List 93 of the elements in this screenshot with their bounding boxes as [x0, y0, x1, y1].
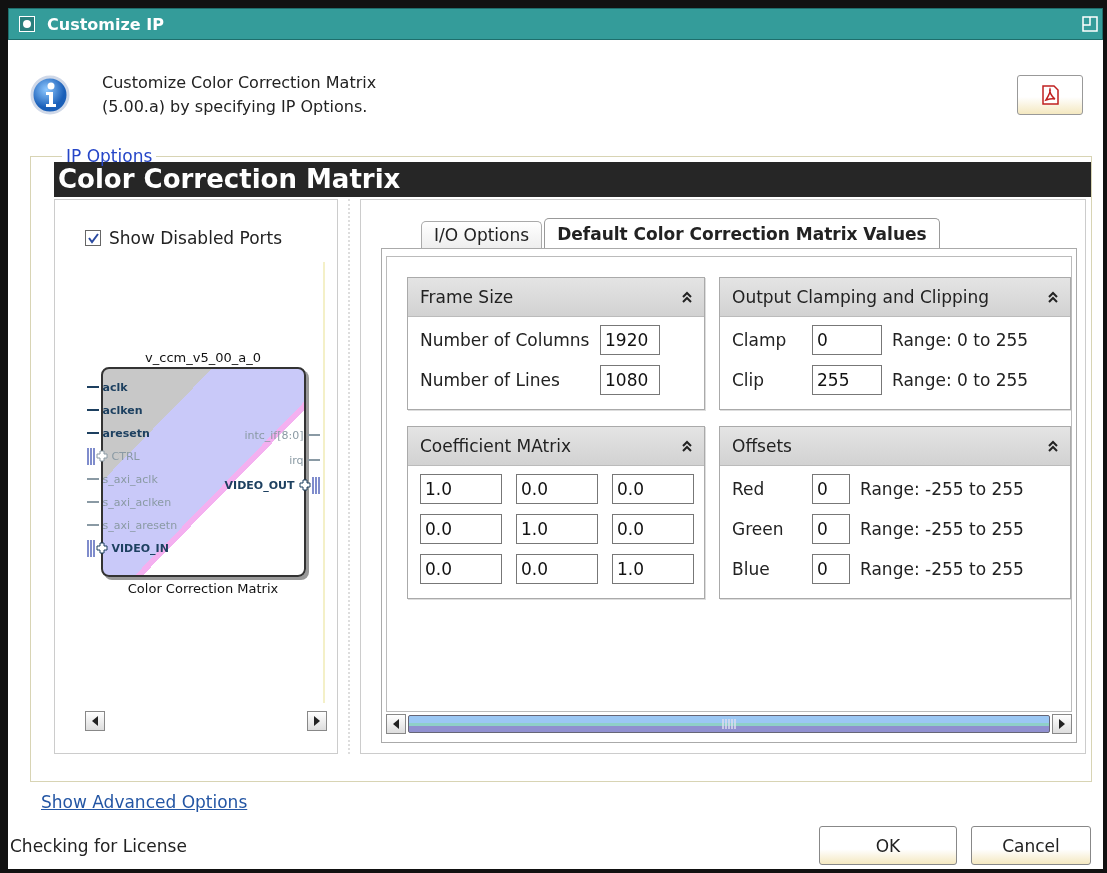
right-arrow-icon: [1059, 719, 1065, 729]
bus-pin-icon: [86, 447, 95, 465]
field-label: Blue: [732, 559, 771, 579]
pin-line: [307, 431, 320, 439]
matrix-field[interactable]: 1.0: [612, 554, 694, 584]
matrix-field[interactable]: 0.0: [420, 554, 502, 584]
matrix-field[interactable]: 0.0: [420, 514, 502, 544]
tab[interactable]: Default Color Correction Matrix Values: [544, 218, 940, 248]
section-header[interactable]: Offsets: [720, 427, 1070, 466]
range-label: Range: 0 to 255: [892, 330, 1029, 350]
section-title: Frame Size: [420, 287, 514, 307]
matrix-field[interactable]: 0.0: [612, 514, 694, 544]
right-arrow-icon: [314, 716, 320, 726]
field-label: Number of Columns: [420, 330, 590, 350]
range-label: Range: 0 to 255: [892, 370, 1029, 390]
window-title: Customize IP: [47, 14, 164, 34]
port-label: aresetn: [101, 426, 151, 440]
field-label: Red: [732, 479, 766, 499]
section-title: Offsets: [732, 436, 792, 456]
info-icon: [30, 75, 70, 115]
number-field[interactable]: 0: [812, 554, 850, 584]
restore-icon: [1082, 16, 1098, 32]
section-title: Coefficient MAtrix: [420, 436, 571, 456]
port-label: CTRL: [110, 449, 141, 463]
range-label: Range: -255 to 255: [860, 559, 1024, 579]
tab[interactable]: I/O Options: [421, 221, 543, 248]
port-label: s_axi_aclk: [101, 472, 159, 486]
pin-line: [307, 456, 320, 464]
matrix-field[interactable]: 0.0: [516, 474, 598, 504]
window-menu-icon: [19, 16, 35, 32]
section-header[interactable]: Output Clamping and Clipping: [720, 278, 1070, 317]
matrix-field[interactable]: 0.0: [612, 474, 694, 504]
scrollbar-thumb[interactable]: [408, 715, 1050, 733]
scroll-left-button[interactable]: [386, 714, 406, 734]
grip-icon: [721, 718, 737, 730]
number-field[interactable]: 0: [812, 474, 850, 504]
ok-button[interactable]: OK: [819, 826, 957, 865]
number-field[interactable]: 1920: [600, 325, 660, 355]
number-field[interactable]: 0: [812, 325, 882, 355]
ip-caption: Color Correction Matrix: [127, 580, 279, 596]
number-field[interactable]: 1080: [600, 365, 660, 395]
scroll-right-button[interactable]: [307, 711, 327, 731]
left-arrow-icon: [92, 716, 98, 726]
collapse-chevron-icon: [1048, 440, 1058, 452]
collapse-chevron-icon: [1048, 291, 1058, 303]
pin-line: [86, 406, 99, 414]
port-label: aclken: [101, 403, 144, 417]
scroll-right-button[interactable]: [1052, 714, 1072, 734]
collapse-chevron-icon: [682, 440, 692, 452]
port-label: intc_if[8:0]: [243, 428, 305, 442]
matrix-field[interactable]: 1.0: [420, 474, 502, 504]
plus-icon: [95, 542, 108, 554]
port-label: VIDEO_IN: [110, 541, 170, 555]
number-field[interactable]: 0: [812, 514, 850, 544]
collapse-chevron-icon: [682, 291, 692, 303]
field-label: Clip: [732, 370, 766, 390]
pin-line: [86, 475, 99, 483]
port-label: aclk: [101, 380, 129, 394]
left-arrow-icon: [393, 719, 399, 729]
port-label: s_axi_aresetn: [101, 518, 179, 532]
ip-block[interactable]: [100, 366, 306, 577]
field-label: Number of Lines: [420, 370, 561, 390]
range-label: Range: -255 to 255: [860, 519, 1024, 539]
port-label: VIDEO_OUT: [223, 478, 296, 492]
bus-pin-icon: [86, 539, 95, 557]
field-label: Green: [732, 519, 785, 539]
instance-name: v_ccm_v5_00_a_0: [145, 349, 261, 365]
pin-line: [86, 429, 99, 437]
plus-icon: [298, 479, 311, 491]
range-label: Range: -255 to 255: [860, 479, 1024, 499]
section-header[interactable]: Coefficient MAtrix: [408, 427, 704, 466]
port-label: irq: [288, 453, 305, 467]
section-title: Output Clamping and Clipping: [732, 287, 990, 307]
number-field[interactable]: 255: [812, 365, 882, 395]
status-text: Checking for License: [10, 835, 188, 856]
section-header[interactable]: Frame Size: [408, 278, 704, 317]
description-text: Customize Color Correction Matrix (5.00.a) by specifying IP Options.: [102, 72, 378, 118]
bus-pin-icon: [311, 476, 320, 494]
plus-icon: [95, 450, 108, 462]
matrix-field[interactable]: 0.0: [516, 554, 598, 584]
documentation-button[interactable]: [1017, 75, 1083, 115]
port-label: s_axi_aclken: [101, 495, 173, 509]
scroll-left-button[interactable]: [85, 711, 105, 731]
pdf-document-icon: [1041, 85, 1059, 105]
pin-line: [86, 521, 99, 529]
checkbox[interactable]: [85, 230, 101, 246]
pin-line: [86, 498, 99, 506]
pin-line: [86, 383, 99, 391]
field-label: Clamp: [732, 330, 788, 350]
cancel-button[interactable]: Cancel: [971, 826, 1091, 865]
matrix-field[interactable]: 1.0: [516, 514, 598, 544]
show-advanced-options-link[interactable]: Show Advanced Options: [41, 792, 248, 812]
checkmark-icon: [87, 232, 99, 244]
